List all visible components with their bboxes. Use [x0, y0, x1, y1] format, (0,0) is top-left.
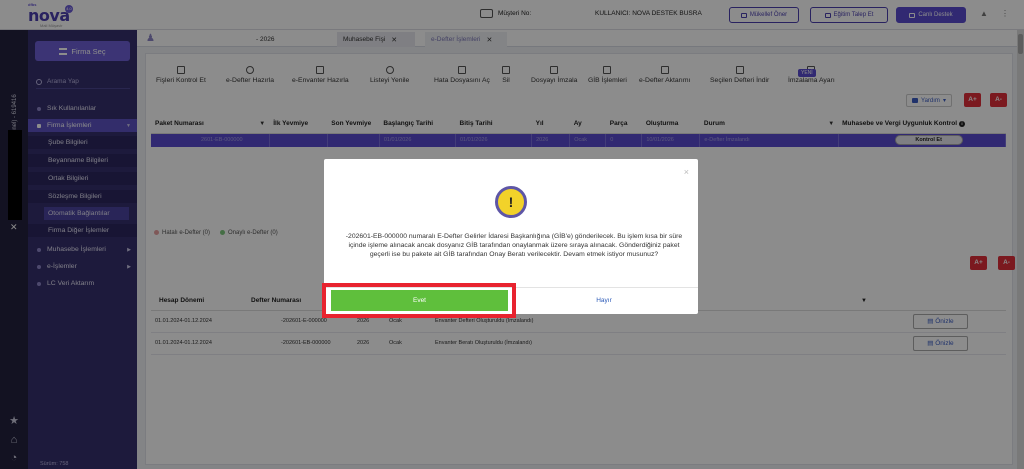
highlight-frame: [322, 283, 516, 318]
warning-icon: !: [495, 186, 527, 218]
confirm-message: -202601-EB-000000 numaralı E-Defter Geli…: [345, 233, 683, 258]
close-icon[interactable]: ×: [684, 167, 689, 177]
hayir-button[interactable]: Hayır: [516, 290, 692, 311]
